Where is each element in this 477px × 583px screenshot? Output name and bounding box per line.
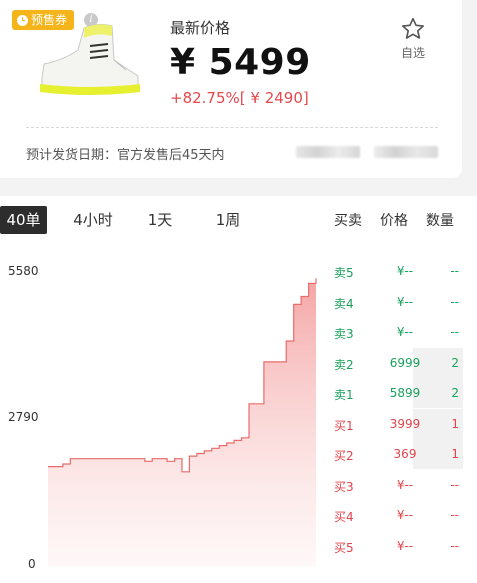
orderbook-price: ¥-- [396, 477, 414, 492]
divider [26, 127, 438, 128]
orderbook-qty: -- [450, 477, 459, 492]
orderbook-buy-row[interactable]: 买3 ¥-- -- [322, 470, 477, 500]
orderbook-side: 卖2 [334, 357, 354, 372]
orderbook-qty: -- [450, 264, 459, 278]
orderbook-side: 买1 [334, 418, 354, 433]
orderbook-qty: -- [450, 294, 459, 309]
shipping-date: 预计发货日期：官方发售后45天内 [26, 148, 225, 163]
market-panel: 40单 4小时 1天 1周 5580 2790 0 买卖 价格 数量 卖5 ¥--… [0, 196, 477, 583]
orderbook-price: ¥-- [396, 325, 414, 339]
orderbook-side: 卖3 [334, 327, 354, 341]
latest-price-label: 最新价格 [170, 19, 231, 37]
favorite-label: 自选 [400, 46, 425, 60]
orderbook-qty: -- [450, 325, 459, 339]
blurred-info [296, 146, 360, 158]
orderbook-buy-row[interactable]: 买5 ¥-- -- [322, 531, 477, 561]
product-card: 预售券 i 最新价格 ¥ 5499 +82.75%[ ¥ 2490] 自选 预计… [0, 0, 462, 178]
tab-40-orders[interactable]: 40单 [0, 206, 47, 234]
orderbook-header-price: 价格 [380, 213, 408, 229]
orderbook-price: 3999 [389, 416, 421, 431]
orderbook-qty: 1 [451, 447, 459, 461]
orderbook-side: 买3 [334, 479, 354, 494]
orderbook-sell-row[interactable]: 卖3 ¥-- -- [322, 317, 477, 347]
orderbook-side: 卖5 [334, 266, 354, 280]
tab-1-day[interactable]: 1天 [140, 206, 180, 234]
blurred-info [374, 146, 438, 158]
orderbook-price: ¥-- [396, 538, 414, 553]
sneaker-image [40, 23, 140, 95]
orderbook-buy-row[interactable]: 买2 369 1 [322, 439, 477, 469]
orderbook-side: 卖4 [334, 296, 354, 311]
orderbook-side: 卖1 [334, 388, 354, 402]
orderbook-side: 买4 [334, 510, 354, 524]
chart-area [48, 278, 316, 566]
orderbook-sell-row[interactable]: 卖4 ¥-- -- [322, 287, 477, 317]
orderbook-qty: 1 [451, 416, 459, 431]
orderbook-qty: 2 [451, 355, 459, 370]
orderbook-sell-row[interactable]: 卖2 6999 2 [322, 347, 477, 378]
tab-4-hours[interactable]: 4小时 [68, 206, 118, 234]
orderbook-price: 369 [393, 447, 417, 461]
orderbook-qty: -- [450, 538, 459, 553]
latest-price: ¥ 5499 [170, 42, 311, 83]
favorite-button[interactable]: 自选 [396, 16, 430, 61]
orderbook-header-qty: 数量 [426, 213, 454, 229]
orderbook-qty: 2 [451, 386, 459, 400]
tab-1-week[interactable]: 1周 [208, 206, 248, 234]
orderbook-buy-row[interactable]: 买4 ¥-- -- [322, 500, 477, 530]
orderbook-price: ¥-- [396, 294, 414, 309]
orderbook-price: ¥-- [396, 264, 414, 278]
orderbook-price: 5899 [389, 386, 421, 400]
price-change: +82.75%[ ¥ 2490] [170, 89, 309, 107]
orderbook-header-side: 买卖 [334, 213, 362, 229]
price-chart [48, 278, 317, 566]
orderbook-buy-row[interactable]: 买1 3999 1 [322, 408, 477, 439]
orderbook-qty: -- [450, 508, 459, 522]
orderbook-price: ¥-- [396, 508, 414, 522]
orderbook-sell-row[interactable]: 卖5 ¥-- -- [322, 256, 477, 286]
orderbook-side: 买2 [334, 449, 354, 463]
orderbook-sell-row[interactable]: 卖1 5899 2 [322, 378, 477, 408]
star-icon [402, 17, 424, 39]
orderbook-price: 6999 [389, 355, 421, 370]
orderbook-side: 买5 [334, 540, 354, 555]
clock-icon [17, 14, 28, 26]
